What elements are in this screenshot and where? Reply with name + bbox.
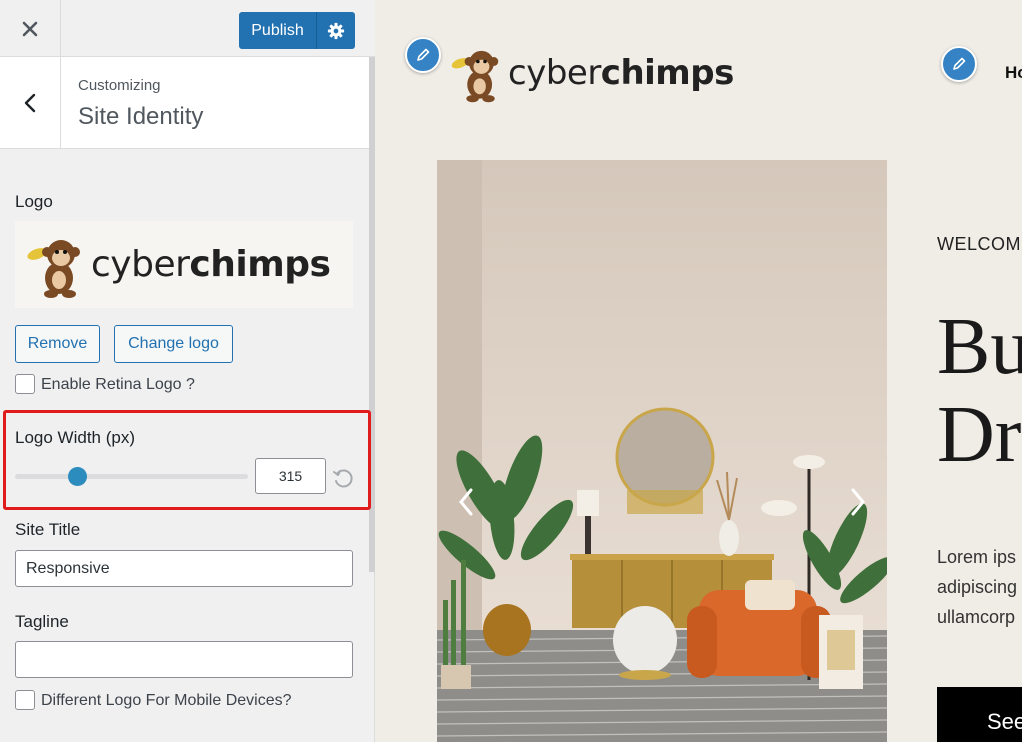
site-preview: cyberchimps Ho xyxy=(376,0,1022,742)
logo-width-slider[interactable] xyxy=(15,474,248,479)
tagline-label: Tagline xyxy=(15,612,69,631)
hero-illustration xyxy=(437,160,887,742)
hero-eyebrow: WELCOM xyxy=(937,234,1021,254)
logo-wordmark: cyberchimps xyxy=(91,244,331,285)
pencil-icon xyxy=(953,57,966,70)
hero-cta-button[interactable]: See xyxy=(937,687,1022,742)
section-header: Customizing Site Identity xyxy=(0,57,369,149)
nav-item-home[interactable]: Ho xyxy=(1005,63,1022,83)
retina-logo-checkbox[interactable] xyxy=(15,374,35,394)
mobile-logo-label: Different Logo For Mobile Devices? xyxy=(41,692,292,709)
site-title-input[interactable]: Responsive xyxy=(15,550,353,587)
section-title: Site Identity xyxy=(78,103,204,130)
logo-width-slider-handle[interactable] xyxy=(68,467,87,486)
logo-width-label: Logo Width (px) xyxy=(15,428,135,447)
hero-body-text: Lorem ips adipiscing ullamcorp xyxy=(937,547,1018,627)
close-button[interactable] xyxy=(0,0,61,57)
site-logo-wordmark: cyberchimps xyxy=(508,53,734,93)
pencil-icon xyxy=(417,48,430,61)
publish-settings-button[interactable] xyxy=(316,12,355,49)
back-button[interactable] xyxy=(0,57,61,149)
tagline-input[interactable] xyxy=(15,641,353,678)
change-logo-button[interactable]: Change logo xyxy=(114,325,233,363)
edit-logo-shortcut[interactable] xyxy=(405,37,441,73)
site-logo[interactable]: cyberchimps xyxy=(446,42,734,104)
logo-width-input[interactable]: 315 xyxy=(255,458,326,494)
monkey-logo-icon xyxy=(451,50,499,103)
retina-logo-label: Enable Retina Logo ? xyxy=(41,376,195,393)
gear-icon xyxy=(327,22,345,39)
publish-button[interactable]: Publish xyxy=(239,12,316,49)
logo-width-reset-button[interactable] xyxy=(332,468,354,490)
customizer-header: Publish xyxy=(0,0,375,57)
chevron-left-icon xyxy=(24,93,36,113)
mobile-logo-checkbox[interactable] xyxy=(15,690,35,710)
logo-preview: cyberchimps xyxy=(15,221,353,308)
monkey-logo-icon xyxy=(27,239,80,298)
edit-menu-shortcut[interactable] xyxy=(941,46,977,82)
customizer-sidebar: Publish Customizing Site Identity Logo c… xyxy=(0,0,375,742)
logo-label: Logo xyxy=(15,192,53,211)
remove-logo-button[interactable]: Remove xyxy=(15,325,100,363)
breadcrumb: Customizing xyxy=(78,77,161,94)
close-icon xyxy=(22,21,38,36)
publish-group: Publish xyxy=(239,12,355,49)
reset-icon xyxy=(333,469,353,488)
site-title-label: Site Title xyxy=(15,520,81,539)
hero-headline: Bu Dr xyxy=(937,303,1022,479)
hero-image xyxy=(437,160,887,742)
